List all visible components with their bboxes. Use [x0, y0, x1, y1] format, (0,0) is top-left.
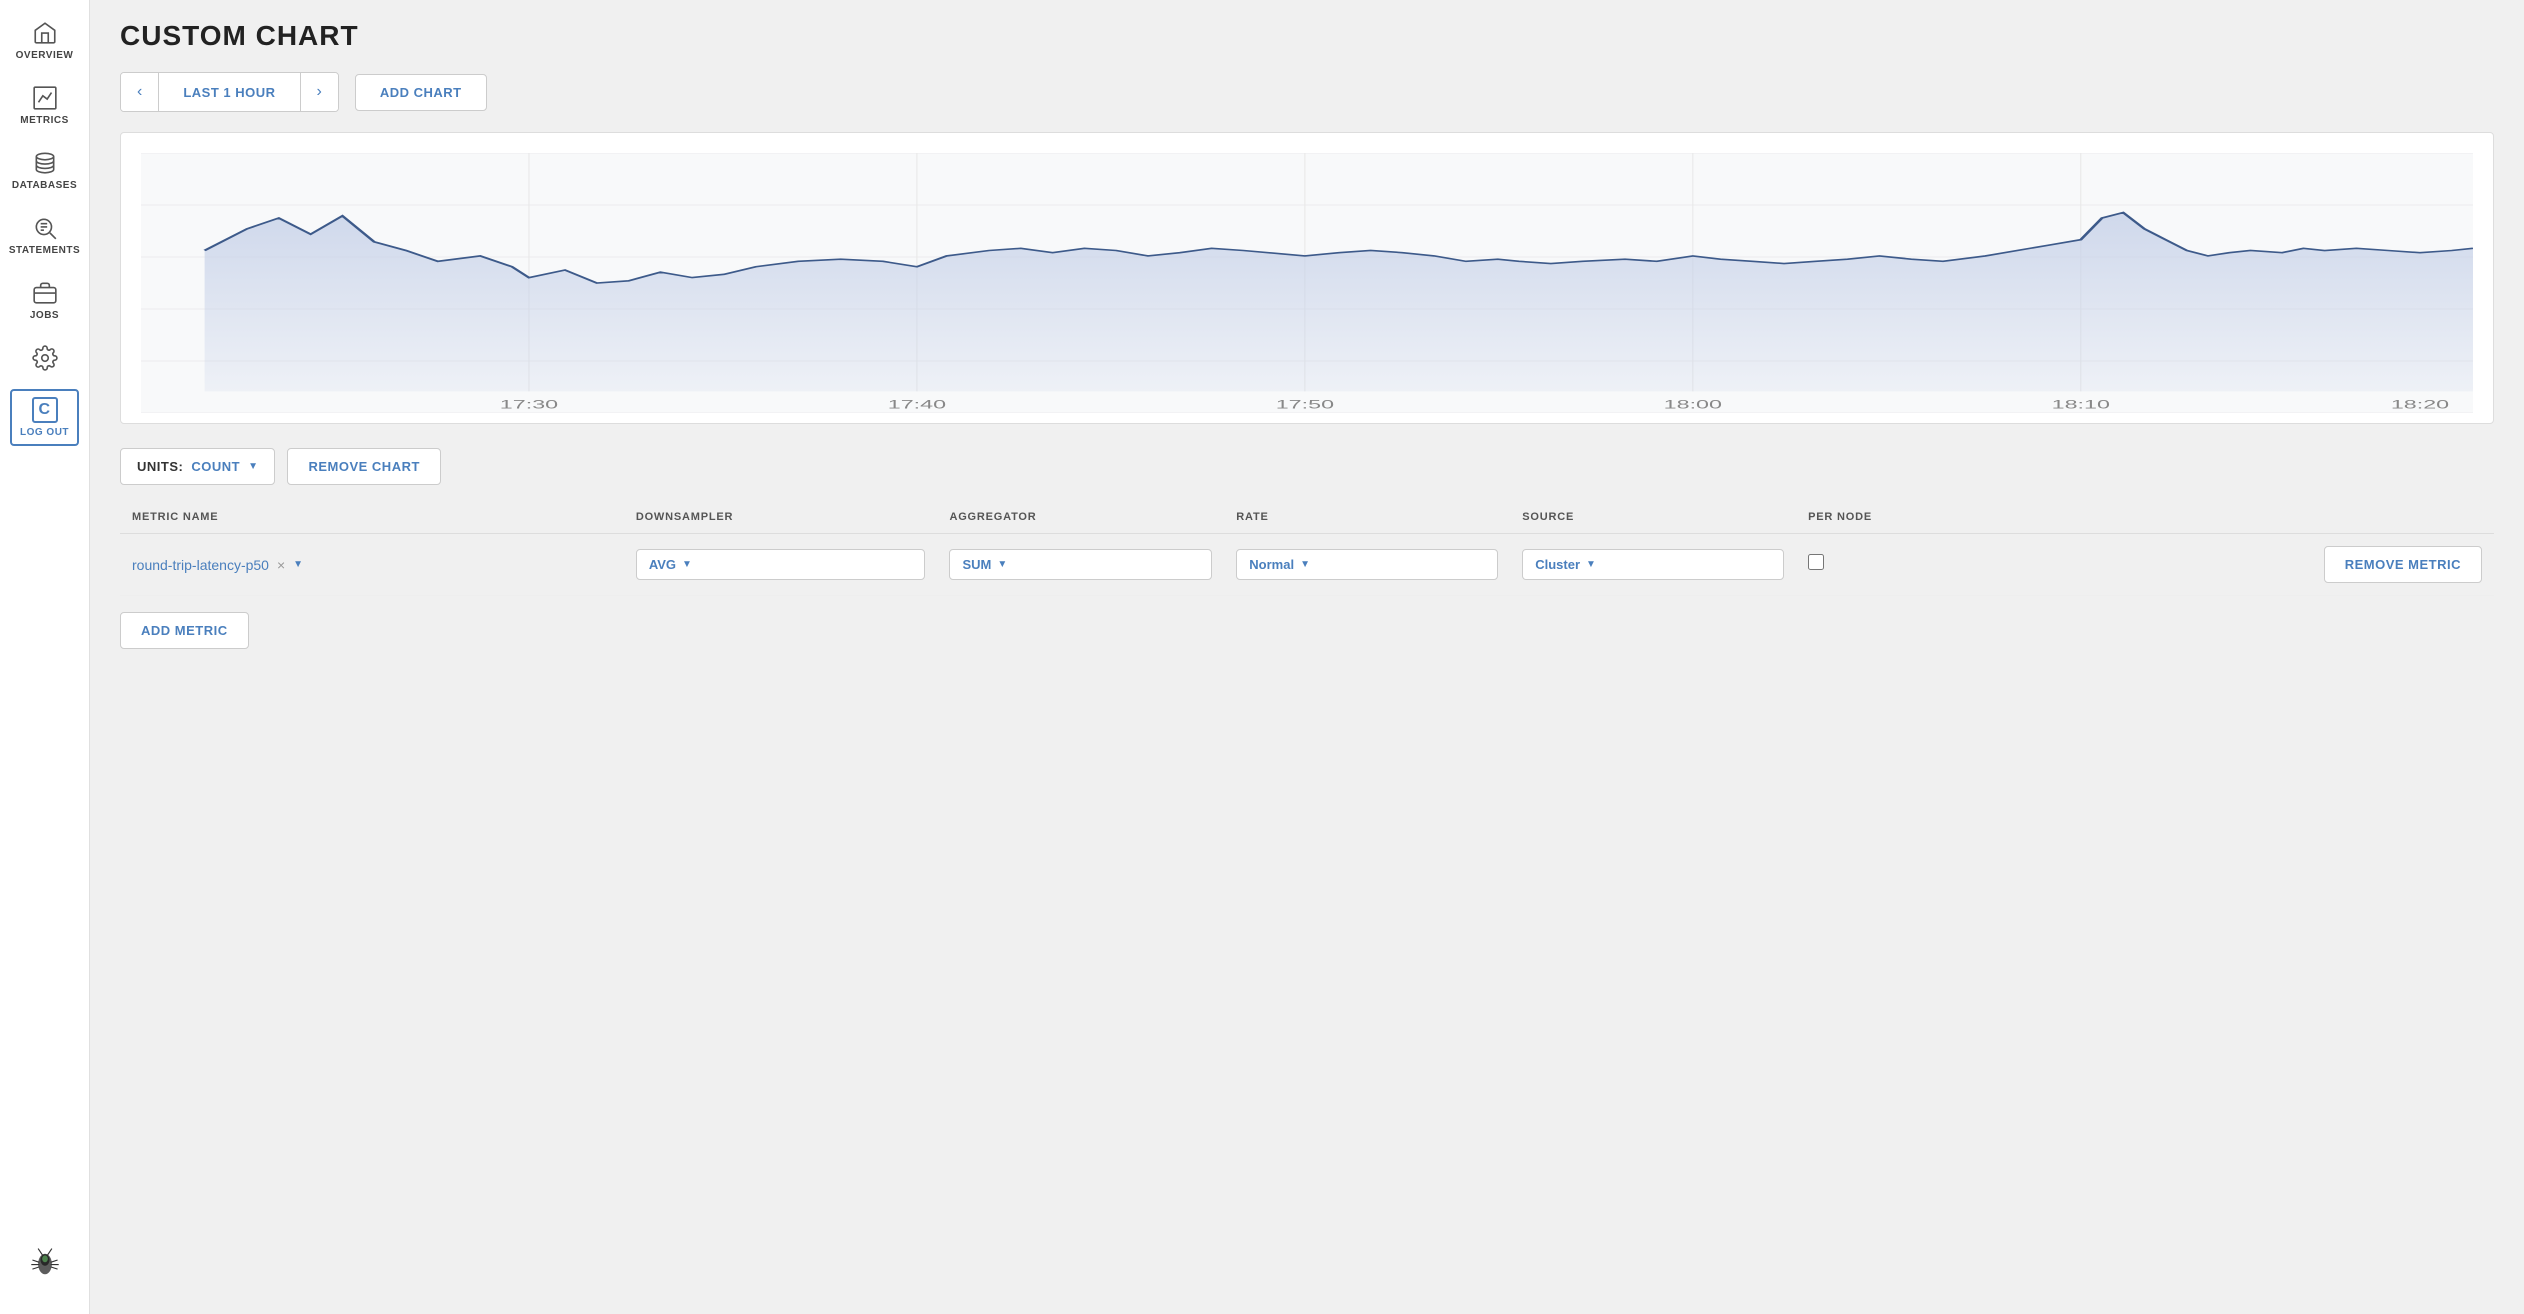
per-node-checkbox[interactable]	[1808, 554, 1824, 570]
add-metric-button[interactable]: ADD METRIC	[120, 612, 249, 649]
svg-text:18:20: 18:20	[2391, 398, 2449, 412]
table-header-row: METRIC NAME DOWNSAMPLER AGGREGATOR RATE …	[120, 501, 2494, 534]
chart-container: 12M 9M 6M 3M 0 17:30 17:40	[120, 132, 2494, 424]
metric-name-text: round-trip-latency-p50	[132, 557, 269, 573]
col-source: SOURCE	[1510, 501, 1796, 534]
metric-clear-icon[interactable]: ×	[277, 557, 285, 573]
downsampler-dropdown[interactable]: AVG ▼	[636, 549, 926, 580]
main-content: CUSTOM CHART ‹ LAST 1 HOUR › ADD CHART	[90, 0, 2524, 1314]
sidebar-item-jobs[interactable]: JOBS	[0, 270, 89, 331]
svg-text:18:10: 18:10	[2052, 398, 2110, 412]
sidebar: OVERVIEW METRICS DATABASES STATEMENTS	[0, 0, 90, 1314]
col-downsampler: DOWNSAMPLER	[624, 501, 938, 534]
svg-text:18:00: 18:00	[1664, 398, 1722, 412]
home-icon	[32, 20, 58, 46]
svg-text:17:40: 17:40	[888, 398, 946, 412]
remove-chart-button[interactable]: REMOVE CHART	[287, 448, 440, 485]
units-chevron-icon: ▼	[248, 461, 258, 472]
cockroach-logo	[25, 1229, 65, 1304]
svg-text:17:50: 17:50	[1276, 398, 1334, 412]
sidebar-item-label: DATABASES	[12, 180, 77, 191]
chart-icon	[32, 85, 58, 111]
downsampler-cell: AVG ▼	[624, 534, 938, 596]
svg-text:17:30: 17:30	[500, 398, 558, 412]
time-nav: ‹ LAST 1 HOUR ›	[120, 72, 339, 112]
time-nav-prev-button[interactable]: ‹	[121, 73, 159, 111]
sidebar-item-label: OVERVIEW	[16, 50, 74, 61]
metric-dropdown-icon[interactable]: ▼	[293, 559, 303, 570]
source-value: Cluster	[1535, 557, 1580, 572]
metrics-table: METRIC NAME DOWNSAMPLER AGGREGATOR RATE …	[120, 501, 2494, 596]
col-actions	[2023, 501, 2494, 534]
units-dropdown-button[interactable]: UNITS: COUNT ▼	[120, 448, 275, 485]
col-rate: RATE	[1224, 501, 1510, 534]
source-cell: Cluster ▼	[1510, 534, 1796, 596]
sidebar-item-settings[interactable]	[0, 335, 89, 381]
metric-name-cell: round-trip-latency-p50 × ▼	[120, 534, 624, 596]
sidebar-item-overview[interactable]: OVERVIEW	[0, 10, 89, 71]
statements-icon	[32, 215, 58, 241]
time-nav-next-button[interactable]: ›	[300, 73, 338, 111]
chart-controls: UNITS: COUNT ▼ REMOVE CHART	[120, 448, 2494, 485]
briefcase-icon	[32, 280, 58, 306]
units-label: UNITS:	[137, 459, 183, 474]
sidebar-item-label: JOBS	[30, 310, 59, 321]
table-row: round-trip-latency-p50 × ▼ AVG ▼ SUM ▼	[120, 534, 2494, 596]
gear-icon	[32, 345, 58, 371]
logout-icon: C	[32, 397, 58, 423]
units-value: COUNT	[191, 459, 240, 474]
rate-cell: Normal ▼	[1224, 534, 1510, 596]
remove-metric-button[interactable]: REMOVE METRIC	[2324, 546, 2482, 583]
chart-area: 12M 9M 6M 3M 0 17:30 17:40	[141, 153, 2473, 413]
sidebar-item-statements[interactable]: STATEMENTS	[0, 205, 89, 266]
logout-label: LOG OUT	[20, 427, 69, 438]
source-dropdown[interactable]: Cluster ▼	[1522, 549, 1784, 580]
time-nav-label: LAST 1 HOUR	[159, 73, 299, 111]
source-chevron-icon: ▼	[1586, 559, 1596, 570]
database-icon	[32, 150, 58, 176]
sidebar-item-logout[interactable]: C LOG OUT	[10, 389, 79, 446]
chart-svg: 12M 9M 6M 3M 0 17:30 17:40	[141, 153, 2473, 413]
sidebar-item-databases[interactable]: DATABASES	[0, 140, 89, 201]
aggregator-chevron-icon: ▼	[997, 559, 1007, 570]
col-per-node: PER NODE	[1796, 501, 2023, 534]
rate-value: Normal	[1249, 557, 1294, 572]
per-node-cell	[1796, 534, 2023, 596]
sidebar-item-metrics[interactable]: METRICS	[0, 75, 89, 136]
aggregator-value: SUM	[962, 557, 991, 572]
col-aggregator: AGGREGATOR	[937, 501, 1224, 534]
downsampler-value: AVG	[649, 557, 676, 572]
rate-dropdown[interactable]: Normal ▼	[1236, 549, 1498, 580]
page-title: CUSTOM CHART	[120, 20, 2494, 52]
aggregator-dropdown[interactable]: SUM ▼	[949, 549, 1212, 580]
aggregator-cell: SUM ▼	[937, 534, 1224, 596]
remove-metric-cell: REMOVE METRIC	[2023, 534, 2494, 596]
rate-chevron-icon: ▼	[1300, 559, 1310, 570]
col-metric-name: METRIC NAME	[120, 501, 624, 534]
add-chart-button[interactable]: ADD CHART	[355, 74, 487, 111]
sidebar-item-label: METRICS	[20, 115, 69, 126]
sidebar-item-label: STATEMENTS	[9, 245, 80, 256]
downsampler-chevron-icon: ▼	[682, 559, 692, 570]
top-controls: ‹ LAST 1 HOUR › ADD CHART	[120, 72, 2494, 112]
